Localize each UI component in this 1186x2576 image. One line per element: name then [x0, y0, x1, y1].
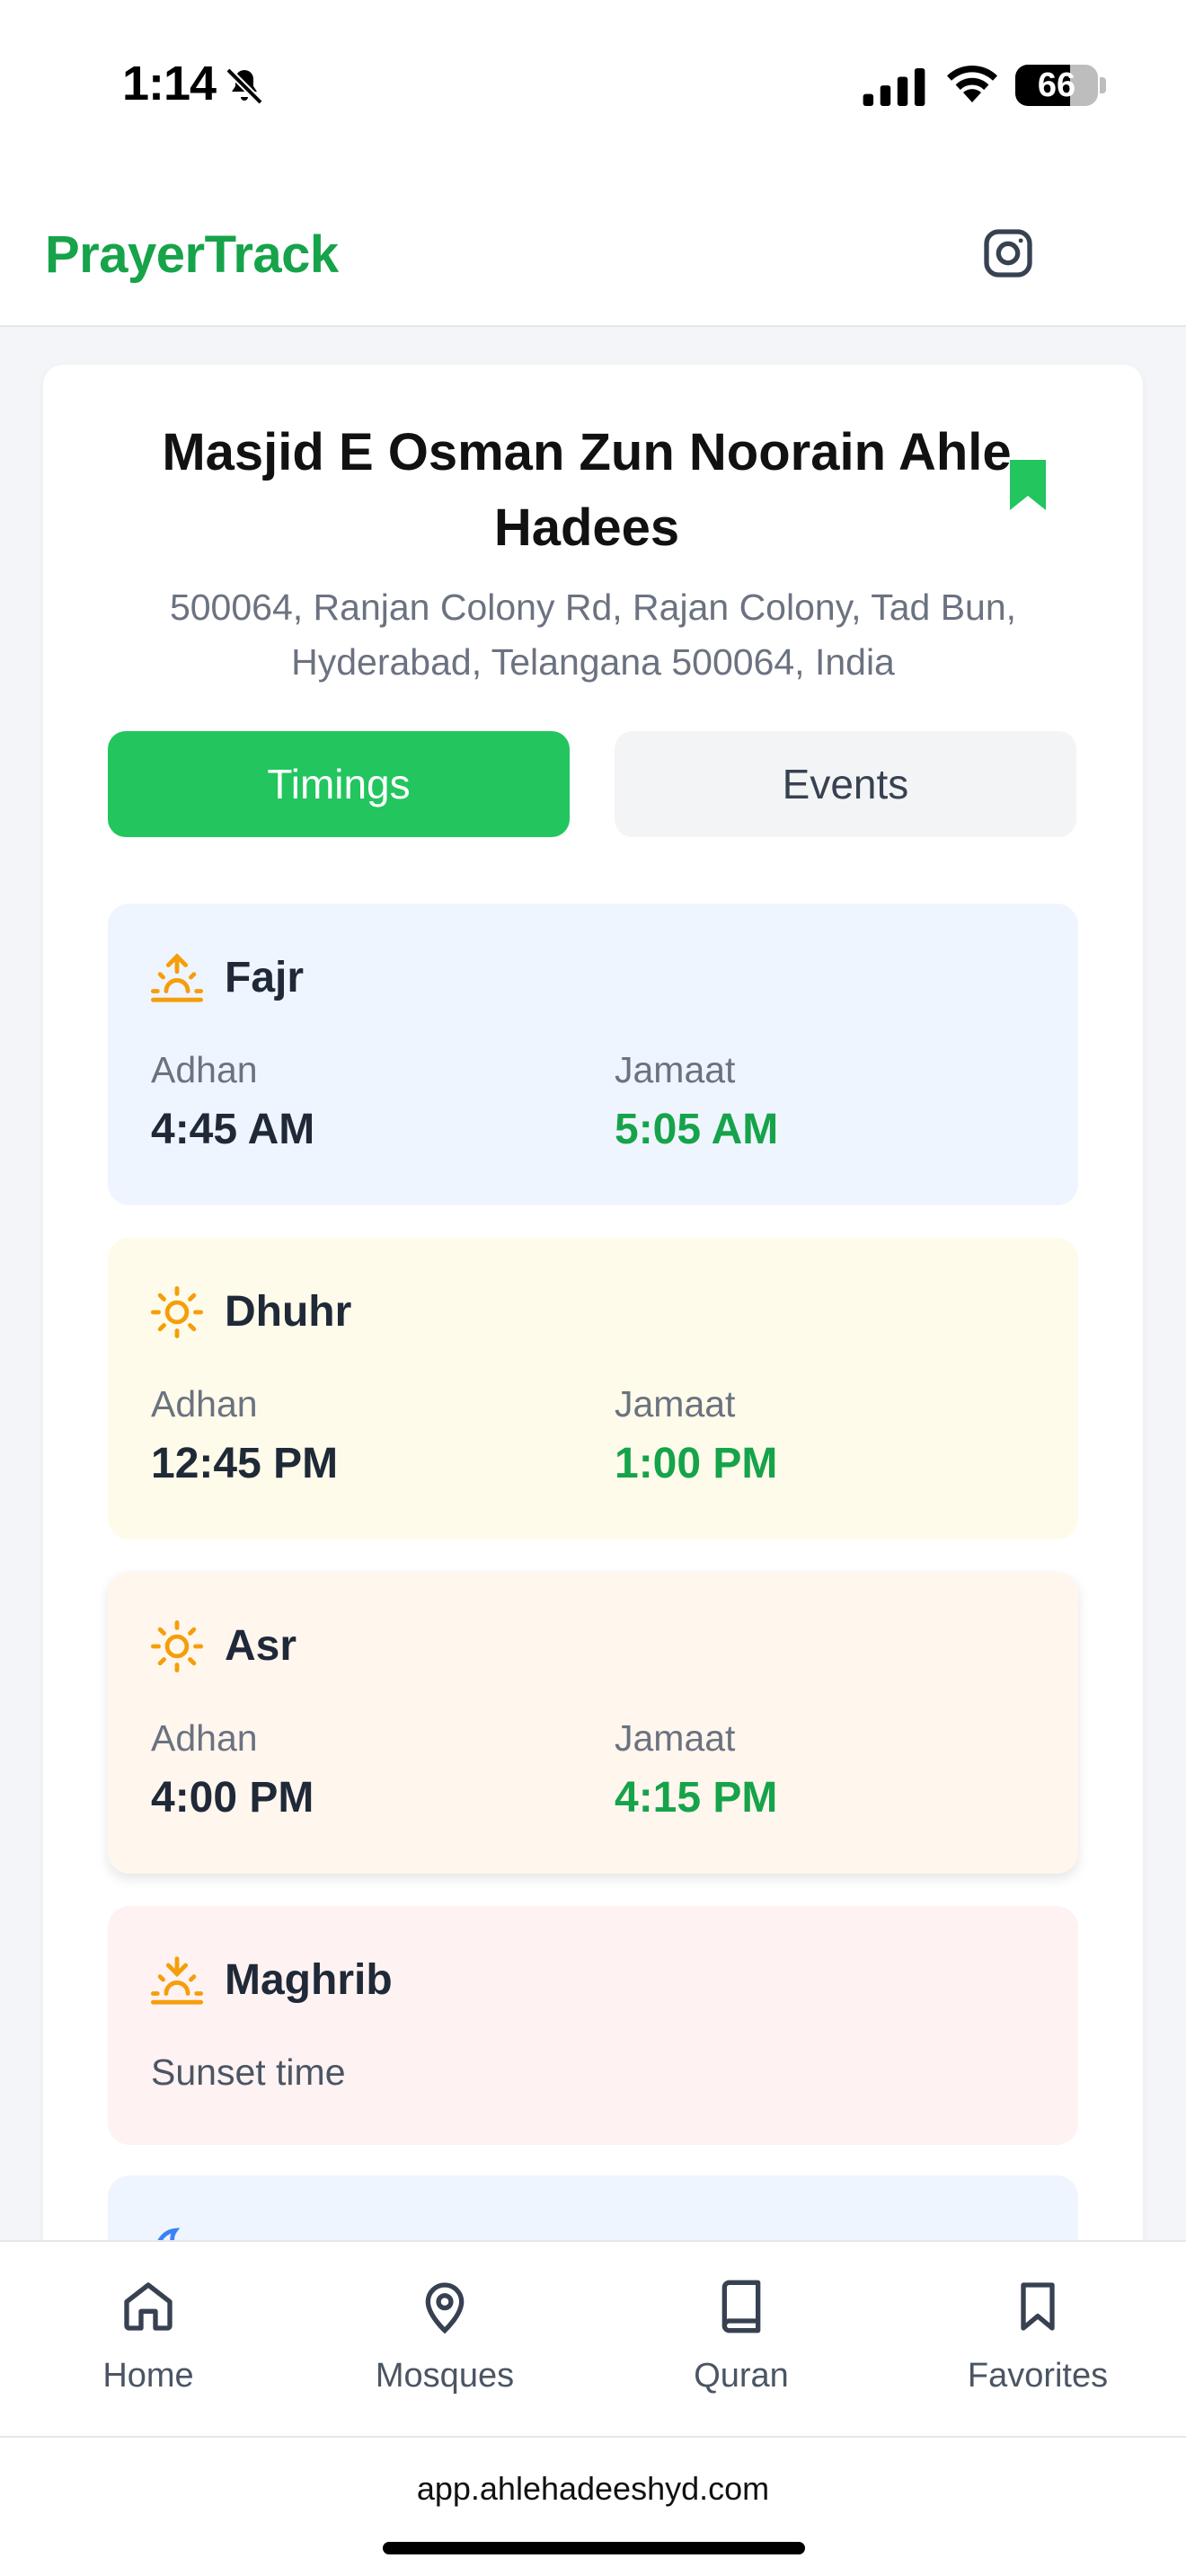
prayer-name: Dhuhr	[225, 1288, 352, 1336]
nav-label: Favorites	[967, 2357, 1109, 2395]
prayer-name: Fajr	[225, 954, 305, 1001]
nav-mosques[interactable]: Mosques	[296, 2242, 593, 2438]
battery-cap	[1100, 77, 1106, 93]
jamaat-time: 5:05 AM	[615, 1106, 779, 1153]
battery-icon: 66	[1015, 65, 1098, 106]
book-icon	[721, 2280, 761, 2333]
map-pin-icon	[425, 2282, 465, 2334]
brand-logo[interactable]: PrayerTrack	[45, 225, 339, 285]
bookmark-filled-icon[interactable]	[1008, 458, 1048, 512]
jamaat-time: 4:15 PM	[615, 1774, 778, 1822]
url-text[interactable]: app.ahlehadeeshyd.com	[0, 2470, 1186, 2508]
app-header: PrayerTrack	[0, 171, 1186, 327]
prayer-name: Asr	[225, 1622, 297, 1670]
prayer-card-fajr: Fajr Adhan Jamaat 4:45 AM 5:05 AM	[108, 904, 1078, 1205]
adhan-time: 12:45 PM	[151, 1440, 339, 1487]
prayer-name: Maghrib	[225, 1956, 393, 2004]
sunrise-icon	[151, 953, 203, 1002]
prayer-note: Sunset time	[151, 2051, 346, 2093]
tab-timings[interactable]: Timings	[108, 731, 570, 837]
adhan-label: Adhan	[151, 1049, 258, 1090]
adhan-time: 4:00 PM	[151, 1774, 314, 1822]
nav-home[interactable]: Home	[0, 2242, 296, 2438]
nav-label: Mosques	[375, 2357, 515, 2395]
prayer-card-maghrib: Maghrib Sunset time	[108, 1906, 1078, 2145]
adhan-label: Adhan	[151, 1717, 258, 1759]
home-indicator[interactable]	[383, 2542, 805, 2554]
bell-slash-icon	[226, 67, 263, 105]
adhan-label: Adhan	[151, 1383, 258, 1425]
nav-quran[interactable]: Quran	[593, 2242, 890, 2438]
prayer-card-asr: Asr Adhan Jamaat 4:00 PM 4:15 PM	[108, 1572, 1078, 1874]
bookmark-icon	[1021, 2282, 1055, 2331]
jamaat-label: Jamaat	[615, 1049, 736, 1090]
status-time: 1:14	[122, 57, 217, 110]
battery-level: 66	[1037, 66, 1076, 104]
wifi-icon	[947, 65, 997, 102]
bottom-nav: Home Mosques Quran Favorites	[0, 2240, 1186, 2436]
nav-label: Quran	[694, 2357, 789, 2395]
jamaat-label: Jamaat	[615, 1383, 736, 1425]
mosque-address: 500064, Ranjan Colony Rd, Rajan Colony, …	[169, 587, 1017, 683]
prayer-card-dhuhr: Dhuhr Adhan Jamaat 12:45 PM 1:00 PM	[108, 1238, 1078, 1539]
cellular-signal-icon	[863, 68, 925, 106]
jamaat-time: 1:00 PM	[615, 1440, 778, 1487]
nav-favorites[interactable]: Favorites	[890, 2242, 1186, 2438]
home-icon	[124, 2282, 173, 2331]
browser-url-bar[interactable]: app.ahlehadeeshyd.com	[0, 2436, 1186, 2576]
instagram-icon[interactable]	[979, 225, 1037, 282]
sun-icon	[151, 1620, 203, 1672]
mosque-name: Masjid E Osman Zun Noorain Ahle Hadees	[162, 423, 1012, 557]
status-bar: 1:14 66	[0, 0, 1186, 171]
nav-label: Home	[102, 2357, 194, 2395]
sun-icon	[151, 1286, 203, 1338]
tab-events[interactable]: Events	[615, 731, 1076, 837]
sunset-icon	[151, 1956, 203, 2005]
jamaat-label: Jamaat	[615, 1717, 736, 1759]
adhan-time: 4:45 AM	[151, 1106, 315, 1153]
